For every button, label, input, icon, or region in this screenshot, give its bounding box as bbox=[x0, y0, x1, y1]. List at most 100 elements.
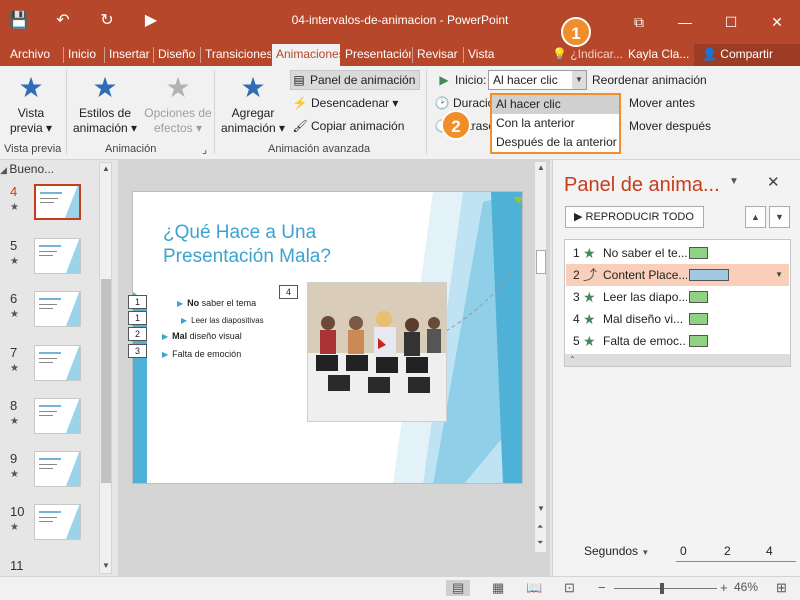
animation-indicator-icon: ★ bbox=[10, 469, 19, 480]
tell-me-search[interactable]: 💡 ¿Indicar... bbox=[552, 44, 623, 66]
timing-bar[interactable] bbox=[689, 247, 708, 259]
preview-button[interactable]: ★ Vista previa ▾ bbox=[6, 72, 56, 136]
move-up-icon[interactable]: ▲ bbox=[745, 206, 766, 228]
tab-archivo[interactable]: Archivo bbox=[6, 44, 56, 66]
animation-order: 3 bbox=[573, 290, 580, 304]
share-button[interactable]: 👤 Compartir bbox=[694, 44, 800, 66]
thumbnail-pane: ◢ Bueno... 4★5★6★7★8★9★10★11★ ▲ ▼ bbox=[0, 160, 116, 587]
thumbnail-scrollbar[interactable]: ▲ ▼ bbox=[99, 162, 112, 574]
minimize-icon[interactable]: — bbox=[662, 0, 708, 44]
animation-label: Content Place... bbox=[603, 268, 687, 282]
lightning-icon: ⚡ bbox=[292, 96, 308, 110]
animation-pane: Panel de anima... ▼ ✕ ▶ REPRODUCIR TODO … bbox=[552, 160, 800, 576]
slideshow-icon[interactable]: ⊡ bbox=[564, 580, 575, 596]
animation-list-item[interactable]: 1 ★ No saber el te... bbox=[566, 242, 789, 264]
preview-star-icon: ★ bbox=[18, 72, 44, 103]
animation-order: 4 bbox=[573, 312, 580, 326]
option-on-click[interactable]: Al hacer clic bbox=[492, 95, 619, 114]
reading-view-icon[interactable]: 📖 bbox=[526, 580, 542, 596]
slide-thumbnail[interactable] bbox=[34, 451, 81, 487]
play-all-button[interactable]: ▶ REPRODUCIR TODO bbox=[565, 206, 704, 228]
animation-styles-button[interactable]: ★ Estilos de animación ▾ bbox=[70, 72, 140, 136]
tab-inicio[interactable]: Inicio bbox=[64, 44, 104, 66]
move-later-button[interactable]: ▼Mover después bbox=[610, 116, 711, 136]
animation-order: 5 bbox=[573, 334, 580, 348]
animation-tag: 3 bbox=[128, 344, 147, 358]
timeline-units[interactable]: Segundos ▼ bbox=[584, 544, 649, 558]
zoom-in-icon[interactable]: + bbox=[720, 580, 728, 595]
scroll-up-icon[interactable]: ▲ bbox=[102, 164, 110, 173]
scroll-up-icon[interactable]: ▲ bbox=[537, 163, 545, 172]
slide-sorter-icon[interactable]: ▦ bbox=[492, 580, 504, 596]
timing-bar[interactable] bbox=[689, 291, 708, 303]
zoom-level[interactable]: 46% bbox=[734, 580, 758, 594]
animation-list-item[interactable]: 2 ⤴ Content Place... ▼ bbox=[566, 264, 789, 286]
move-earlier-button[interactable]: ▲Mover antes bbox=[610, 93, 695, 113]
trigger-button[interactable]: ⚡ Desencadenar ▾ bbox=[292, 93, 399, 113]
pane-options-icon[interactable]: ▼ bbox=[729, 176, 739, 187]
slide-bullet-2[interactable]: ▶ Leer las diapositivas bbox=[181, 316, 264, 325]
animation-list-item[interactable]: 3 ★ Leer las diapo... bbox=[566, 286, 789, 308]
animation-list-item[interactable]: 4 ★ Mal diseño vi... bbox=[566, 308, 789, 330]
option-with-previous[interactable]: Con la anterior bbox=[492, 114, 619, 133]
add-animation-button[interactable]: ★ Agregar animación ▾ bbox=[218, 72, 288, 136]
normal-view-icon[interactable]: ▤ bbox=[446, 580, 471, 596]
entrance-star-icon: ★ bbox=[583, 245, 596, 261]
close-icon[interactable]: ✕ bbox=[754, 0, 800, 44]
tab-diseno[interactable]: Diseño bbox=[154, 44, 200, 66]
slide-number: 9 bbox=[10, 451, 18, 466]
chevron-down-icon[interactable]: ▼ bbox=[572, 71, 586, 89]
animation-list-item[interactable]: 5 ★ Falta de emoc... bbox=[566, 330, 789, 352]
animation-pane-button[interactable]: ▤ Panel de animación bbox=[290, 70, 421, 90]
slide-scroll-thumb[interactable] bbox=[536, 250, 546, 274]
tab-revisar[interactable]: Revisar bbox=[413, 44, 463, 66]
slide-title[interactable]: ¿Qué Hace a Una Presentación Mala? bbox=[163, 221, 393, 269]
tab-insertar[interactable]: Insertar bbox=[105, 44, 153, 66]
timing-bar[interactable] bbox=[689, 313, 708, 325]
animation-painter-button[interactable]: 🖌 Copiar animación bbox=[292, 116, 404, 136]
start-select[interactable]: Al hacer clic ▼ bbox=[488, 70, 587, 90]
scroll-down-icon[interactable]: ▼ bbox=[537, 504, 545, 513]
user-account[interactable]: Kayla Cla... bbox=[628, 44, 689, 66]
slide-thumbnail[interactable] bbox=[34, 238, 81, 274]
tab-transiciones[interactable]: Transiciones bbox=[201, 44, 271, 66]
option-after-previous[interactable]: Después de la anterior bbox=[492, 133, 619, 152]
ribbon-display-icon[interactable]: ⧉ bbox=[616, 0, 662, 44]
next-slide-icon[interactable]: ⏷ bbox=[537, 538, 543, 548]
maximize-icon[interactable]: ☐ bbox=[708, 0, 754, 44]
slide-bullet-1[interactable]: ▶ No saber el tema bbox=[177, 298, 256, 308]
slide-number: 7 bbox=[10, 345, 18, 360]
slide-thumbnail[interactable] bbox=[34, 398, 81, 434]
slide-scrollbar[interactable]: ▲ ▼ ⏶ ⏷ bbox=[534, 161, 547, 553]
pane-close-icon[interactable]: ✕ bbox=[767, 173, 780, 191]
expand-icon[interactable]: ⌃ bbox=[565, 354, 790, 366]
section-header[interactable]: ◢ Bueno... bbox=[0, 162, 54, 176]
slide-thumbnail[interactable] bbox=[34, 504, 81, 540]
tab-presentacion[interactable]: Presentación bbox=[341, 44, 411, 66]
zoom-slider[interactable] bbox=[614, 588, 717, 589]
slide-thumbnail[interactable] bbox=[34, 291, 81, 327]
dialog-launcher-icon[interactable]: ⌟ bbox=[202, 143, 207, 156]
zoom-slider-knob[interactable] bbox=[660, 583, 664, 594]
tab-animaciones[interactable]: Animaciones bbox=[272, 44, 340, 66]
timeline-tick: 0 bbox=[680, 544, 687, 558]
animation-indicator-icon: ★ bbox=[10, 202, 19, 213]
slide-bullet-3[interactable]: ▶ Mal diseño visual bbox=[162, 331, 242, 341]
slide-bullet-4[interactable]: ▶ Falta de emoción bbox=[162, 349, 241, 359]
effect-options-button[interactable]: ★ Opciones de efectos ▾ bbox=[142, 72, 214, 136]
thumbnail-scroll-thumb[interactable] bbox=[101, 279, 111, 483]
item-menu-icon[interactable]: ▼ bbox=[775, 264, 783, 286]
slide-thumbnail[interactable] bbox=[34, 345, 81, 381]
timing-bar[interactable] bbox=[689, 269, 729, 281]
slide-photo[interactable] bbox=[307, 282, 447, 422]
tab-vista[interactable]: Vista bbox=[464, 44, 504, 66]
previous-slide-icon[interactable]: ⏶ bbox=[537, 522, 543, 532]
effect-options-star-icon: ★ bbox=[165, 72, 191, 103]
timing-bar[interactable] bbox=[689, 335, 708, 347]
zoom-out-icon[interactable]: − bbox=[598, 580, 606, 595]
slide-thumbnail[interactable] bbox=[34, 184, 81, 220]
move-down-icon[interactable]: ▼ bbox=[769, 206, 790, 228]
slide-number: 6 bbox=[10, 291, 18, 306]
fit-to-window-icon[interactable]: ⊞ bbox=[776, 580, 787, 596]
scroll-down-icon[interactable]: ▼ bbox=[102, 561, 110, 570]
